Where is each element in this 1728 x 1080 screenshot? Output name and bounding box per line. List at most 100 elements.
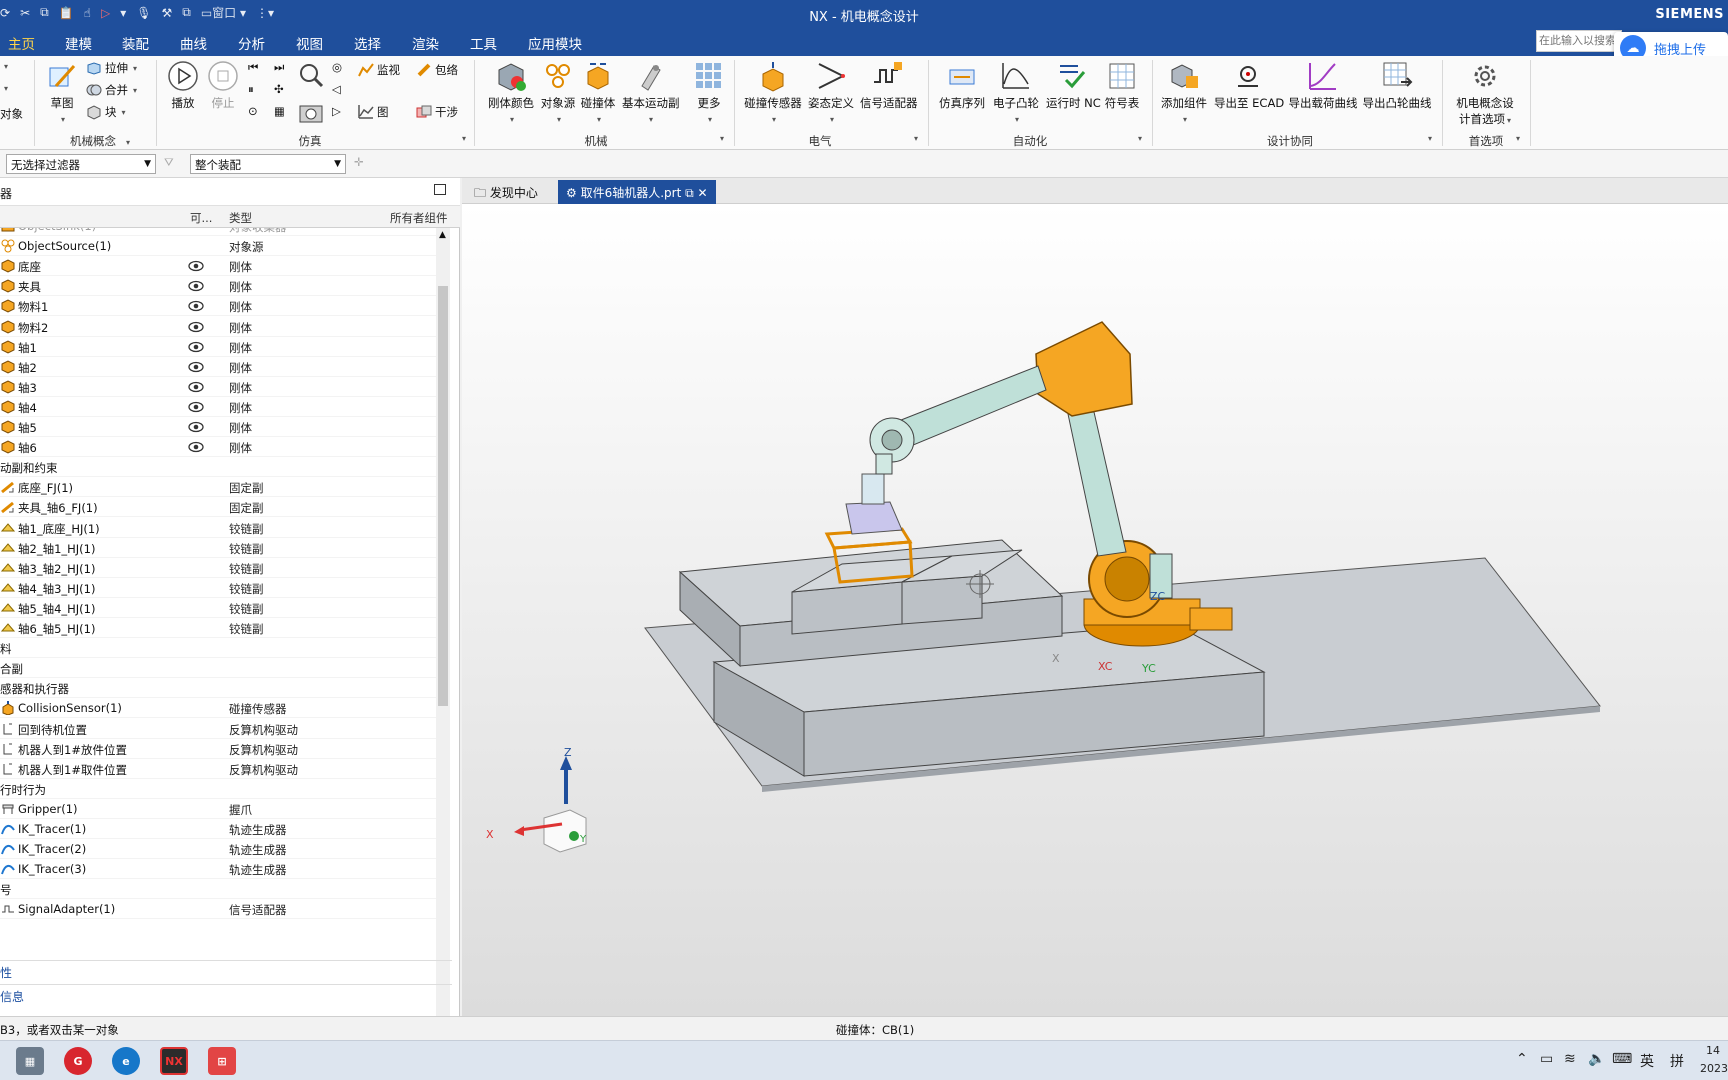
info-section[interactable]: 信息 bbox=[0, 984, 452, 1006]
snap-point-icon[interactable]: ✛ bbox=[354, 155, 364, 169]
record-icon[interactable]: ◎ bbox=[332, 60, 342, 74]
table-row[interactable]: 轴2 刚体 bbox=[0, 357, 436, 377]
menu-app-modules[interactable]: 应用模块 bbox=[528, 33, 582, 53]
visibility-eye-icon[interactable] bbox=[188, 401, 204, 413]
visibility-eye-icon[interactable] bbox=[188, 321, 204, 333]
marker-icon[interactable]: ✣ bbox=[274, 82, 284, 96]
rewind-icon[interactable]: ◁ bbox=[332, 82, 341, 96]
signal-adapter-button[interactable]: 信号适配器 bbox=[860, 60, 918, 111]
recorder-icon[interactable]: ▦ bbox=[274, 104, 285, 118]
visibility-eye-icon[interactable] bbox=[188, 381, 204, 393]
table-row[interactable]: 底座 刚体 bbox=[0, 256, 436, 277]
table-row[interactable]: 轴3_轴2_HJ(1) 铰链副 bbox=[0, 558, 436, 578]
electronic-cam-button[interactable]: 电子凸轮 ▾ bbox=[992, 60, 1040, 125]
visibility-eye-icon[interactable] bbox=[188, 421, 204, 433]
table-row[interactable]: 轴5 刚体 bbox=[0, 417, 436, 437]
extrude-button[interactable]: 拉伸 ▾ bbox=[86, 60, 137, 76]
table-row[interactable]: ObjectSink(1) 对象收集器 bbox=[0, 228, 436, 236]
collision-body-button[interactable]: 碰撞体 ▾ bbox=[580, 60, 616, 125]
browser-g-icon[interactable]: G bbox=[64, 1047, 92, 1075]
mcd-preferences-button[interactable]: 机电概念设 计首选项 ▾ bbox=[1450, 60, 1520, 127]
table-row[interactable]: IK_Tracer(1) 轨迹生成器 bbox=[0, 819, 436, 839]
column-type[interactable]: 类型 bbox=[229, 210, 252, 226]
tree-category-row[interactable]: 行时行为 bbox=[0, 779, 436, 799]
menu-render[interactable]: 渲染 bbox=[412, 33, 439, 53]
menu-assembly[interactable]: 装配 bbox=[122, 33, 149, 53]
step-back-icon[interactable]: ⏮ bbox=[248, 60, 258, 75]
nx-taskbar-icon[interactable]: NX bbox=[160, 1047, 188, 1075]
view-triad[interactable]: Z X Y bbox=[486, 746, 587, 853]
snapshot-icon[interactable]: ⊙ bbox=[248, 104, 258, 118]
table-row[interactable]: SignalAdapter(1) 信号适配器 bbox=[0, 899, 436, 920]
calculator-icon[interactable]: ▦ bbox=[16, 1047, 44, 1075]
automation-group-menu-arrow[interactable]: ▾ bbox=[1136, 134, 1142, 143]
menu-select[interactable]: 选择 bbox=[354, 33, 381, 53]
sketch-button[interactable]: 草图 ▾ bbox=[44, 60, 80, 125]
sim-group-menu-arrow[interactable]: ▾ bbox=[460, 134, 466, 143]
volume-icon[interactable]: 🔈 bbox=[1588, 1051, 1605, 1067]
object-button[interactable]: 对象 bbox=[0, 106, 23, 122]
interference-button[interactable]: 干涉 bbox=[416, 104, 458, 120]
battery-icon[interactable]: ▭ bbox=[1540, 1051, 1553, 1067]
tree-category-row[interactable]: 料 bbox=[0, 638, 436, 659]
tab-part-file[interactable]: ⚙ 取件6轴机器人.prt ⧉ ✕ bbox=[558, 180, 716, 204]
table-row[interactable]: IK_Tracer(3) 轨迹生成器 bbox=[0, 859, 436, 880]
table-row[interactable]: IK_Tracer(2) 轨迹生成器 bbox=[0, 839, 436, 860]
table-row[interactable]: 轴6_轴5_HJ(1) 铰链副 bbox=[0, 618, 436, 638]
visibility-eye-icon[interactable] bbox=[188, 441, 204, 453]
basic-joint-button[interactable]: 基本运动副 ▾ bbox=[622, 60, 680, 125]
column-visible[interactable]: 可... bbox=[190, 210, 212, 226]
table-row[interactable]: 轴6 刚体 bbox=[0, 437, 436, 458]
sim-view-icon[interactable]: ▷ bbox=[332, 104, 341, 118]
menu-analysis[interactable]: 分析 bbox=[238, 33, 265, 53]
table-row[interactable]: 轴2_轴1_HJ(1) 铰链副 bbox=[0, 538, 436, 558]
runtime-nc-button[interactable]: 运行时 NC bbox=[1046, 60, 1101, 111]
sim-sequence-button[interactable]: 仿真序列 bbox=[938, 60, 986, 111]
collision-sensor-button[interactable]: 碰撞传感器 ▾ bbox=[744, 60, 802, 125]
edge-icon[interactable]: e bbox=[112, 1047, 140, 1075]
clock-date[interactable]: 2023 bbox=[1700, 1062, 1728, 1075]
graph-button[interactable]: 图 bbox=[358, 104, 389, 120]
table-row[interactable]: 轴4_轴3_HJ(1) 铰链副 bbox=[0, 578, 436, 598]
table-row[interactable]: 夹具 刚体 bbox=[0, 276, 436, 297]
menu-home[interactable]: 主页 bbox=[4, 33, 39, 59]
navigator-vertical-scrollbar[interactable]: ▲ ▼ bbox=[436, 228, 450, 1080]
table-row[interactable]: CollisionSensor(1) 碰撞传感器 bbox=[0, 698, 436, 719]
table-row[interactable]: 机器人到1#放件位置 反算机构驱动 bbox=[0, 739, 436, 759]
menu-tools[interactable]: 工具 bbox=[470, 33, 497, 53]
graphics-viewport[interactable]: X XC YC ZC Z X Y bbox=[462, 204, 1728, 1016]
command-search-input[interactable] bbox=[1536, 30, 1622, 52]
table-row[interactable]: 底座_FJ(1) 固定副 bbox=[0, 477, 436, 498]
wifi-icon[interactable]: ≋ bbox=[1564, 1051, 1576, 1067]
ime-mode[interactable]: 拼 bbox=[1670, 1051, 1684, 1071]
inspect-icon[interactable] bbox=[298, 62, 324, 88]
design-collab-group-menu-arrow[interactable]: ▾ bbox=[1426, 134, 1432, 143]
object-source-button[interactable]: 对象源 ▾ bbox=[540, 60, 576, 125]
keyboard-icon[interactable]: ⌨ bbox=[1612, 1051, 1632, 1067]
block-button[interactable]: 块 ▾ bbox=[86, 104, 126, 120]
more-mechanical-button[interactable]: 更多 ▾ bbox=[692, 60, 726, 125]
assembly-scope-dropdown[interactable]: 整个装配 ▼ bbox=[190, 154, 346, 174]
monitor-button[interactable]: 监视 bbox=[358, 62, 400, 78]
rigid-body-color-button[interactable]: 刚体颜色 ▾ bbox=[486, 60, 536, 125]
tree-category-row[interactable]: 动副和约束 bbox=[0, 457, 436, 478]
tree-category-row[interactable]: 号 bbox=[0, 879, 436, 900]
close-icon[interactable]: ✕ bbox=[698, 186, 708, 200]
clock-time[interactable]: 14 bbox=[1706, 1044, 1720, 1057]
tree-category-row[interactable]: 感器和执行器 bbox=[0, 678, 436, 699]
step-forward-icon[interactable]: ⏭ bbox=[274, 60, 284, 75]
scrollbar-thumb[interactable] bbox=[438, 286, 448, 706]
prefs-group-menu-arrow[interactable]: ▾ bbox=[1514, 134, 1520, 143]
table-row[interactable]: 轴3 刚体 bbox=[0, 377, 436, 397]
table-row[interactable]: 轴4 刚体 bbox=[0, 397, 436, 417]
posture-definition-button[interactable]: 姿态定义 ▾ bbox=[808, 60, 854, 125]
menu-curve[interactable]: 曲线 bbox=[180, 33, 207, 53]
table-row[interactable]: 机器人到1#取件位置 反算机构驱动 bbox=[0, 759, 436, 779]
pause-icon[interactable]: ⏸ bbox=[248, 82, 254, 97]
selection-filter-dropdown[interactable]: 无选择过滤器 ▼ bbox=[6, 154, 156, 174]
export-cam-curve-button[interactable]: 导出凸轮曲线 bbox=[1362, 60, 1432, 111]
envelope-button[interactable]: 包络 bbox=[416, 62, 458, 78]
tab-discovery-center[interactable]: 🗀 发现中心 bbox=[466, 180, 546, 204]
visibility-eye-icon[interactable] bbox=[188, 361, 204, 373]
visibility-eye-icon[interactable] bbox=[188, 260, 204, 272]
